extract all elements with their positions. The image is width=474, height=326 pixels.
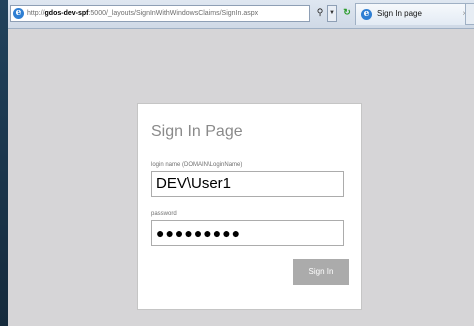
address-url: http://gdos-dev-spf:5000/_layouts/SignIn…: [27, 6, 258, 21]
tab-ie-icon: e: [361, 9, 372, 20]
page-content: Sign In Page login name (DOMAIN\LoginNam…: [8, 29, 474, 326]
password-label: password: [151, 211, 177, 217]
new-tab-button[interactable]: [465, 3, 474, 25]
search-icon[interactable]: ⚲: [313, 5, 327, 22]
signin-card: Sign In Page login name (DOMAIN\LoginNam…: [137, 103, 362, 310]
url-host: gdos-dev-spf: [44, 10, 89, 17]
login-name-input[interactable]: DEV\User1: [151, 171, 344, 197]
password-input[interactable]: ●●●●●●●●●: [151, 220, 344, 246]
url-scheme: http://: [27, 10, 45, 17]
login-name-label: login name (DOMAIN\LoginName): [151, 162, 243, 168]
page-title: Sign In Page: [151, 123, 243, 140]
address-bar[interactable]: e http://gdos-dev-spf:5000/_layouts/Sign…: [10, 5, 310, 22]
ie-icon: e: [13, 8, 24, 19]
tab-sign-in-page[interactable]: e Sign In page ×: [355, 3, 471, 25]
sign-in-button[interactable]: Sign In: [293, 259, 349, 285]
refresh-icon[interactable]: ↻: [340, 5, 354, 22]
tab-title: Sign In page: [377, 9, 422, 18]
window-left-edge: [0, 0, 8, 326]
url-path: :5000/_layouts/SignInWithWindowsClaims/S…: [88, 10, 259, 17]
dropdown-arrow-icon[interactable]: ▼: [327, 5, 337, 22]
browser-toolbar: e http://gdos-dev-spf:5000/_layouts/Sign…: [8, 0, 474, 29]
